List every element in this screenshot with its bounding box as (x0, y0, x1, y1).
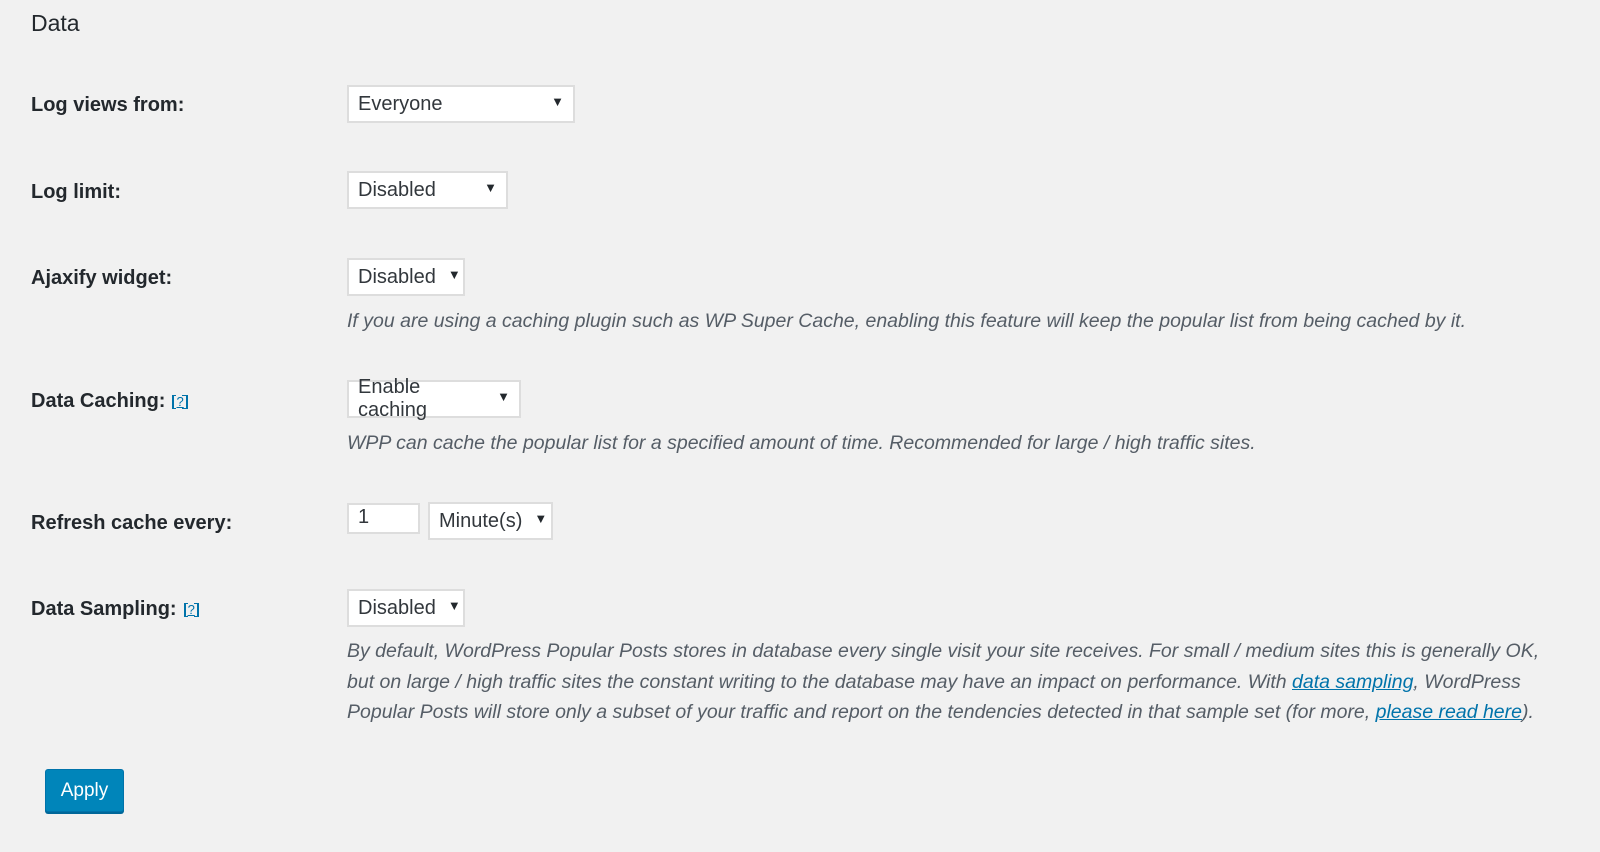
help-bracket-icon[interactable]: ? (172, 393, 188, 409)
data-caching-label-text: Data Caching: (31, 390, 166, 412)
data-sampling-link[interactable]: data sampling (1292, 671, 1413, 693)
data-sampling-description: By default, WordPress Popular Posts stor… (347, 636, 1557, 728)
log-limit-label: Log limit: (31, 181, 121, 204)
selected-value: Disabled (358, 596, 436, 619)
selected-value: Enable caching (358, 376, 427, 421)
refresh-interval-input[interactable]: 1 (347, 503, 420, 534)
log-views-from-select[interactable]: Everyone ▼ (347, 85, 575, 123)
data-sampling-label-text: Data Sampling: (31, 598, 177, 620)
triangle-down-icon: ▼ (534, 510, 548, 526)
selected-value: Minute(s) (439, 509, 523, 532)
refresh-unit-select[interactable]: Minute(s) ▼ (428, 502, 553, 540)
data-sampling-label: Data Sampling: ? (31, 598, 199, 621)
data-caching-description: WPP can cache the popular list for a spe… (347, 432, 1256, 454)
section-title: Data (31, 10, 80, 36)
selected-value: Everyone (358, 92, 443, 115)
help-bracket-icon[interactable]: ? (183, 601, 199, 617)
apply-button[interactable]: Apply (45, 769, 124, 812)
data-sampling-select[interactable]: Disabled ▼ (347, 589, 465, 627)
refresh-cache-label: Refresh cache every: (31, 512, 232, 535)
help-mark: ? (176, 393, 184, 409)
selected-value: Disabled (358, 265, 436, 288)
ajaxify-widget-select[interactable]: Disabled ▼ (347, 258, 465, 296)
refresh-cache-label-text: Refresh cache every: (31, 512, 233, 534)
triangle-down-icon: ▼ (497, 388, 510, 404)
log-views-from-label-text: Log views from: (31, 94, 185, 116)
input-value: 1 (358, 506, 370, 528)
help-mark: ? (187, 601, 195, 617)
triangle-down-icon: ▼ (551, 93, 564, 109)
data-caching-label: Data Caching: ? (31, 390, 188, 413)
ajaxify-widget-label-text: Ajaxify widget: (31, 267, 173, 289)
data-settings-panel: Data Log views from: Everyone ▼ Log limi… (0, 0, 1600, 852)
description-text: ). (1521, 701, 1534, 723)
log-limit-label-text: Log limit: (31, 181, 121, 203)
triangle-down-icon: ▼ (447, 597, 461, 613)
ajaxify-widget-description: If you are using a caching plugin such a… (347, 310, 1466, 332)
selected-value: Disabled (358, 178, 436, 201)
data-caching-select[interactable]: Enable caching ▼ (347, 376, 521, 421)
ajaxify-widget-label: Ajaxify widget: (31, 267, 172, 290)
log-limit-select[interactable]: Disabled ▼ (347, 171, 508, 209)
triangle-down-icon: ▼ (484, 179, 497, 195)
log-views-from-label: Log views from: (31, 94, 184, 117)
please-read-here-link[interactable]: please read here (1376, 701, 1522, 723)
triangle-down-icon: ▼ (447, 266, 461, 282)
